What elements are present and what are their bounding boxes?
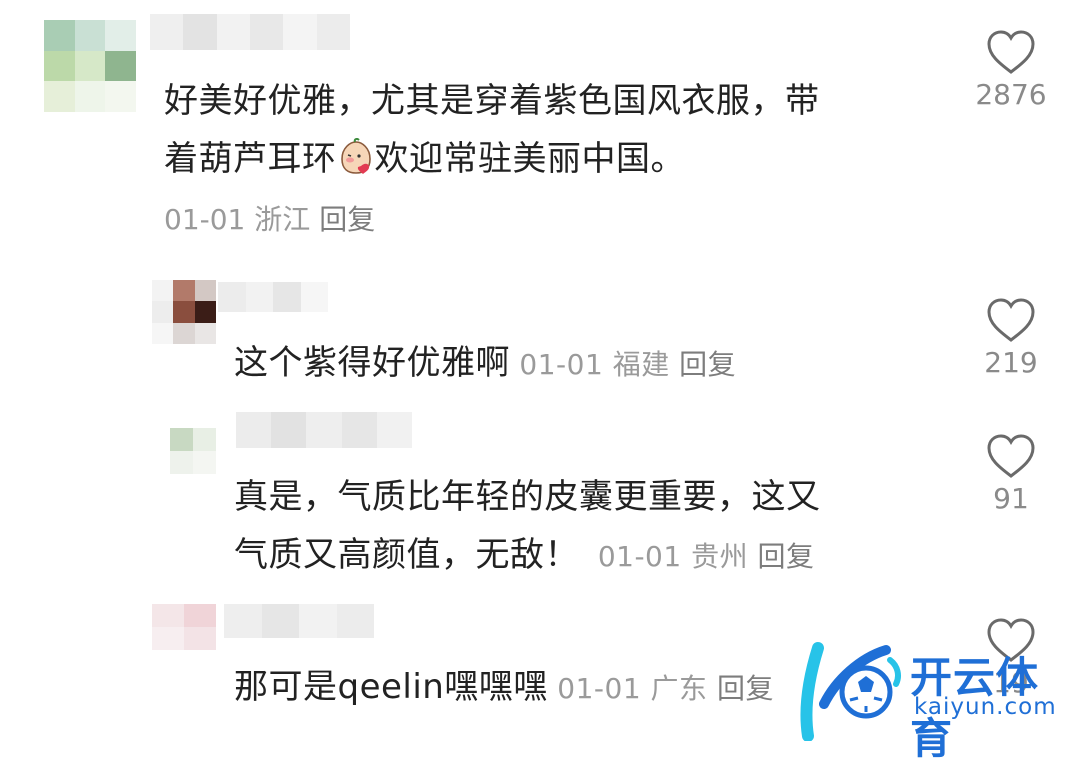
brand-watermark: 开云体育 kaiyun.com [790,640,1080,763]
reply-text: 那可是qeelin嘿嘿嘿 01-01 广东 回复 [234,667,774,707]
like-count: 91 [993,482,1029,515]
heart-icon [987,30,1035,74]
like-count: 2876 [975,78,1047,111]
like-button[interactable]: 219 [966,296,1056,379]
reply-button[interactable]: 回复 [717,672,774,705]
kaiyun-logo-icon [800,642,901,741]
reply-meta: 01-01 贵州 回复 [597,540,815,573]
kiss-face-emoji-icon [337,136,375,174]
avatar[interactable] [170,428,216,474]
comment-date: 01-01 [164,203,246,236]
avatar[interactable] [152,604,216,650]
reply-button[interactable]: 回复 [319,203,375,236]
reply-button[interactable]: 回复 [679,348,736,381]
username-blurred [150,14,350,50]
avatar[interactable] [152,280,216,344]
like-button[interactable]: 91 [966,432,1056,515]
comment-text: 好美好优雅，尤其是穿着紫色国风衣服，带 着葫芦耳环 欢迎常驻美丽中国。 [164,81,820,179]
brand-url: kaiyun.com [914,694,1057,720]
heart-icon [987,434,1035,478]
reply-text: 这个紫得好优雅啊 01-01 福建 回复 [234,343,737,383]
reply-meta: 01-01 广东 回复 [557,672,774,705]
reply-meta: 01-01 福建 回复 [519,348,737,381]
heart-icon [987,298,1035,342]
username-blurred [224,604,374,638]
username-blurred [218,282,328,312]
username-blurred [236,412,412,448]
comment-meta: 01-01 浙江 回复 [164,198,375,238]
like-count: 219 [984,346,1038,379]
avatar[interactable] [44,20,136,112]
reply-text: 真是，气质比年轻的皮囊更重要，这又 气质又高颜值，无敌！ 01-01 贵州 回复 [234,477,821,575]
comment-region: 浙江 [254,203,311,236]
like-button[interactable]: 2876 [966,28,1056,111]
reply-button[interactable]: 回复 [758,540,815,573]
